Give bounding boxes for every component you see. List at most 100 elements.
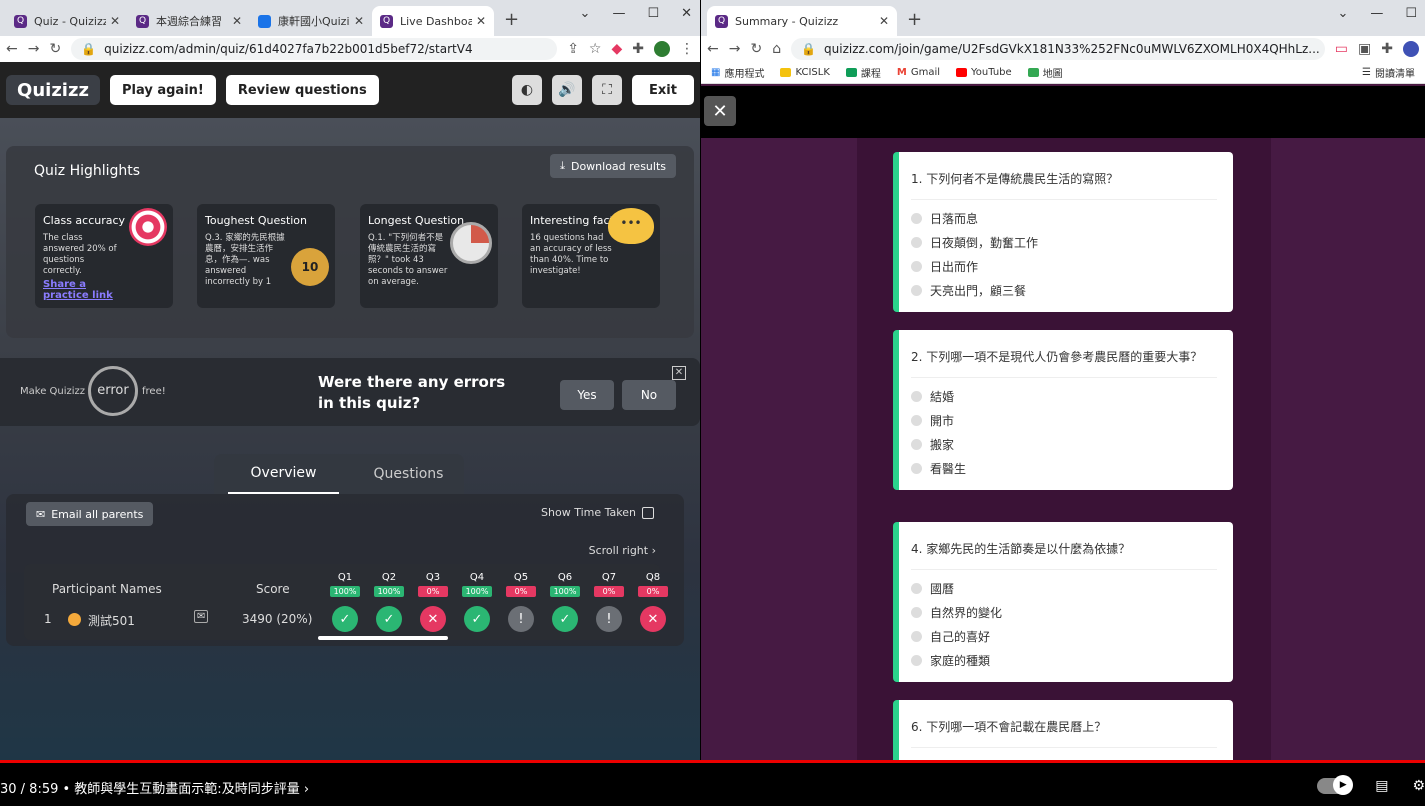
share-icon[interactable]: ⇪ [567,41,579,57]
extension-icon[interactable]: ◆ [611,41,622,57]
question-header-q7[interactable]: Q7 0% [594,572,624,597]
checkbox-icon[interactable] [642,506,654,519]
tab-questions[interactable]: Questions [353,454,464,494]
home-icon[interactable]: ⌂ [772,41,781,57]
unanswered-icon[interactable]: ! [508,606,534,632]
correct-check-icon[interactable]: ✓ [552,606,578,632]
question-header-q5[interactable]: Q5 0% [506,572,536,597]
tab-search-chevron-icon[interactable]: ⌄ [1337,6,1348,21]
question-text: 4. 家鄉先民的生活節奏是以什麼為依據？ [911,542,1217,570]
question-header-q1[interactable]: Q1 100% [330,572,360,597]
url-field[interactable]: 🔒 quizizz.com/admin/quiz/61d4027fa7b22b00… [71,38,558,60]
card-title: Toughest Question [205,214,308,227]
close-icon[interactable]: ✕ [110,14,120,28]
minimize-icon[interactable]: — [612,6,625,21]
show-time-toggle[interactable]: Show Time Taken [541,506,654,519]
tab-overview[interactable]: Overview [228,454,339,494]
participant-name[interactable]: 測試501 [88,612,135,629]
bookmark-maps[interactable]: 地圖 [1027,65,1063,80]
close-summary-icon[interactable]: ✕ [704,96,736,126]
close-window-icon[interactable]: ✕ [681,6,692,21]
reading-list[interactable]: ☰ 閱讀清單 [1362,65,1415,80]
correct-check-icon[interactable]: ✓ [376,606,402,632]
forward-arrow-icon[interactable]: → [28,41,40,57]
horizontal-scrollbar[interactable] [318,636,448,640]
answer-option: 結婚 [911,384,1217,408]
question-header-q3[interactable]: Q3 0% [418,572,448,597]
review-questions-button[interactable]: Review questions [225,75,379,105]
bookmark-youtube[interactable]: YouTube [956,67,1012,78]
star-icon[interactable]: ☆ [589,41,602,57]
participant-mail-icon[interactable]: ✉ [194,610,209,623]
bookmark-kcislk[interactable]: KCISLK [780,67,830,78]
video-chapter-title[interactable]: 30 / 8:59 • 教師與學生互動畫面示範:及時同步評量 › [0,778,309,797]
correct-check-icon[interactable]: ✓ [464,606,490,632]
maximize-icon[interactable]: ☐ [1405,6,1417,21]
video-progress-bar[interactable] [0,760,1425,763]
extension-icon[interactable]: ▭ [1335,41,1348,57]
tab-weekly-practice[interactable]: Q 本週綜合練習 ✕ [128,6,250,36]
menu-dots-icon[interactable]: ⋮ [680,41,694,57]
puzzle-icon[interactable]: ✚ [632,41,644,57]
yes-button[interactable]: Yes [560,380,614,410]
back-arrow-icon[interactable]: ← [6,41,18,57]
gmail-icon: M [896,67,907,78]
unanswered-icon[interactable]: ! [596,606,622,632]
reload-icon[interactable]: ↻ [750,41,762,57]
tab-summary[interactable]: Q Summary - Quizizz ✕ [707,6,897,36]
play-again-button[interactable]: Play again! [110,75,216,105]
close-banner-icon[interactable]: ✕ [672,366,686,380]
bookmark-label: KCISLK [795,67,830,78]
new-tab-plus-icon[interactable]: + [494,9,529,36]
close-icon[interactable]: ✕ [232,14,242,28]
tab-kangxuan[interactable]: 康軒國小Quizizz ✕ [250,6,372,36]
question-header-q2[interactable]: Q2 100% [374,572,404,597]
close-icon[interactable]: ✕ [354,14,364,28]
close-icon[interactable]: ✕ [879,14,889,28]
no-button[interactable]: No [622,380,676,410]
question-header-q6[interactable]: Q6 100% [550,572,580,597]
subtitles-icon[interactable]: ▤ [1375,778,1388,794]
left-address-bar: ← → ↻ 🔒 quizizz.com/admin/quiz/61d4027fa7b2… [0,36,700,62]
bookmark-apps[interactable]: ▦ 應用程式 [711,65,764,80]
question-header-q8[interactable]: Q8 0% [638,572,668,597]
reader-icon[interactable]: ▣ [1358,41,1371,57]
bookmarks-bar: ▦ 應用程式 KCISLK 課程 M Gmail YouTube 地圖 ☰ 閱讀清單 [701,62,1425,84]
option-text: 看醫生 [930,461,967,476]
settings-gear-icon[interactable]: ⚙ [1412,778,1425,794]
sound-icon[interactable]: 🔊 [552,75,582,105]
back-arrow-icon[interactable]: ← [707,41,719,57]
scroll-right-link[interactable]: Scroll right › [589,544,656,557]
tab-live-dashboard[interactable]: Q Live Dashboard ✕ [372,6,494,36]
option-text: 結婚 [930,389,955,404]
forward-arrow-icon[interactable]: → [729,41,741,57]
scroll-label: Scroll right [588,544,649,557]
email-parents-button[interactable]: ✉ Email all parents [26,502,154,526]
profile-avatar[interactable] [654,41,670,57]
incorrect-cross-icon[interactable]: ✕ [640,606,666,632]
share-practice-link[interactable]: Share a practice link [43,279,125,301]
option-text: 日夜顛倒，勤奮工作 [930,235,1039,250]
correct-check-icon[interactable]: ✓ [332,606,358,632]
exit-button[interactable]: Exit [632,75,694,105]
stopwatch-icon [450,222,492,264]
download-results-button[interactable]: ⤓ Download results [550,154,676,178]
bookmark-courses[interactable]: 課程 [845,65,881,80]
close-icon[interactable]: ✕ [476,14,486,28]
bookmark-gmail[interactable]: M Gmail [897,67,940,78]
new-tab-plus-icon[interactable]: + [897,9,932,36]
profile-avatar[interactable] [1403,41,1419,57]
radio-dot-icon [911,236,922,248]
maximize-icon[interactable]: ☐ [647,6,659,21]
tab-search-chevron-icon[interactable]: ⌄ [580,6,591,21]
incorrect-cross-icon[interactable]: ✕ [420,606,446,632]
puzzle-icon[interactable]: ✚ [1381,41,1393,57]
reload-icon[interactable]: ↻ [49,41,61,57]
autoplay-toggle[interactable] [1317,775,1354,795]
palette-icon[interactable]: ◐ [512,75,542,105]
tab-quiz[interactable]: Q Quiz - Quizizz ✕ [6,6,128,36]
fullscreen-icon[interactable]: ⛶ [592,75,622,105]
question-header-q4[interactable]: Q4 100% [462,572,492,597]
url-field[interactable]: 🔒 quizizz.com/join/game/U2FsdGVkX181N33%2… [791,38,1325,60]
minimize-icon[interactable]: — [1370,6,1383,21]
